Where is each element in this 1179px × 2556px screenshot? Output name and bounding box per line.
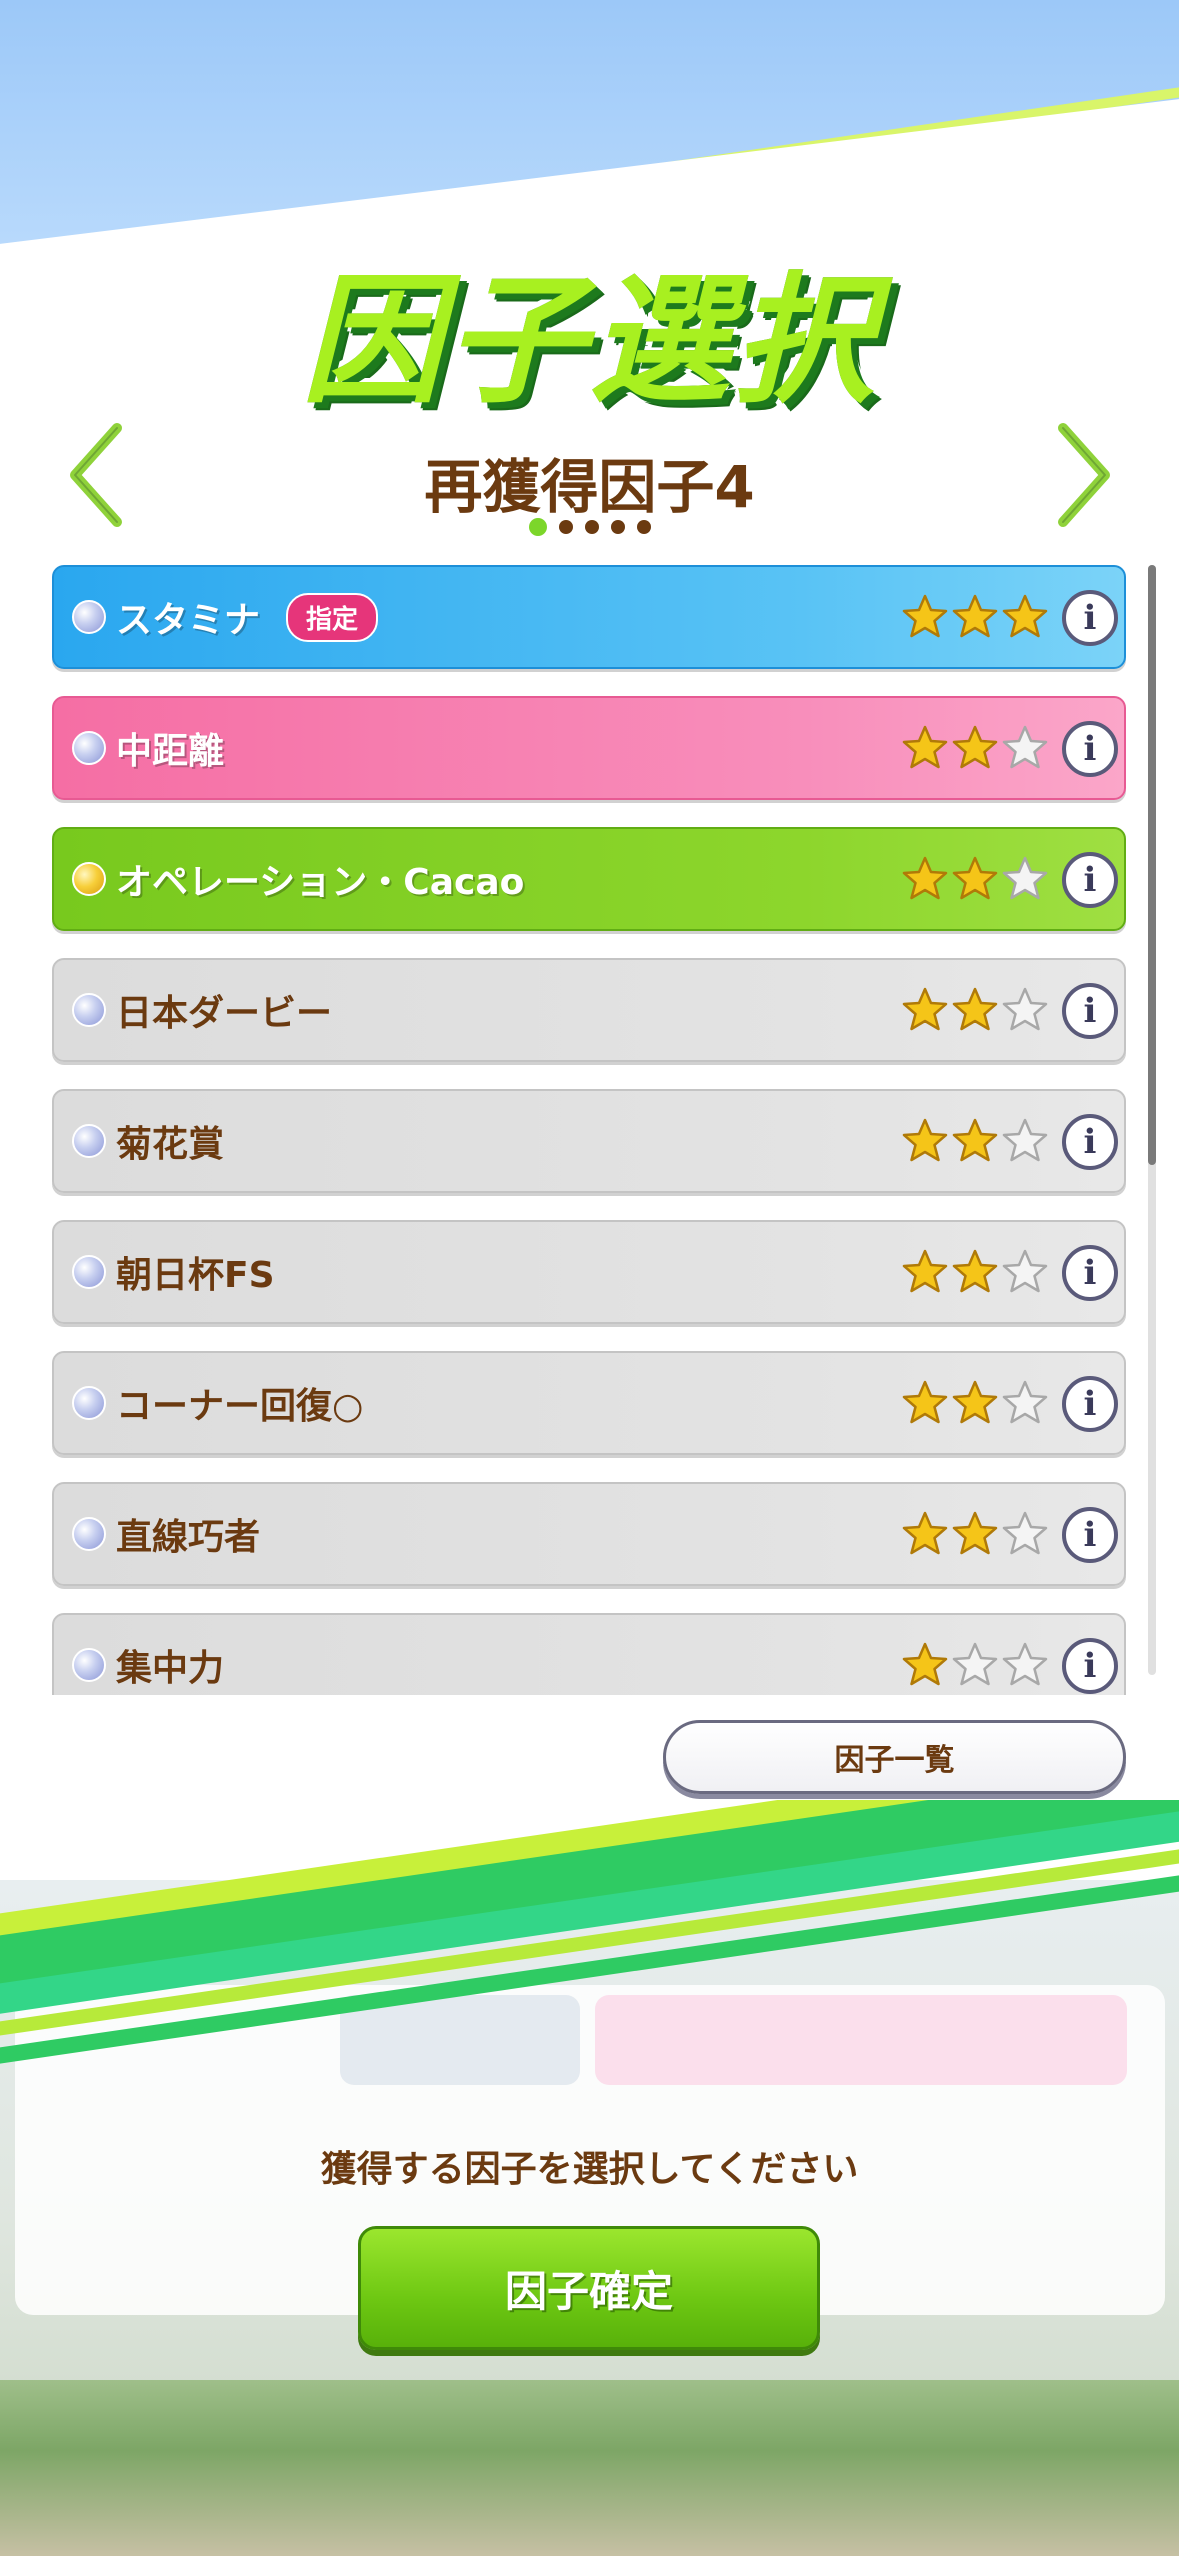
star-empty-icon xyxy=(1002,987,1048,1031)
star-empty-icon xyxy=(1002,856,1048,900)
factor-row[interactable]: オペレーション・Cacao i xyxy=(52,827,1126,931)
info-icon[interactable]: i xyxy=(1062,1376,1118,1432)
star-filled-icon xyxy=(952,594,998,638)
star-rating xyxy=(901,593,1049,641)
star-filled-icon xyxy=(902,1249,948,1293)
star-empty-icon xyxy=(1002,1642,1048,1686)
star-filled-icon xyxy=(952,725,998,769)
info-icon[interactable]: i xyxy=(1062,1245,1118,1301)
factor-gem-icon xyxy=(72,1124,106,1158)
confirm-factor-button[interactable]: 因子確定 xyxy=(358,2226,820,2350)
info-icon[interactable]: i xyxy=(1062,852,1118,908)
factor-name: 菊花賞 xyxy=(116,1124,225,1165)
star-filled-icon xyxy=(952,1249,998,1293)
factor-row[interactable]: 朝日杯FS i xyxy=(52,1220,1126,1324)
factor-row[interactable]: スタミナ 指定 i xyxy=(52,565,1126,669)
next-page-arrow-icon[interactable] xyxy=(1045,420,1125,530)
factor-name: 中距離 xyxy=(116,731,225,772)
page-dot xyxy=(528,518,547,536)
star-filled-icon xyxy=(902,987,948,1031)
star-filled-icon xyxy=(952,856,998,900)
star-filled-icon xyxy=(902,1118,948,1162)
star-rating xyxy=(901,1248,1049,1296)
factor-gem-icon xyxy=(72,993,106,1027)
factor-row[interactable]: 菊花賞 i xyxy=(52,1089,1126,1193)
factor-row[interactable]: 集中力 i xyxy=(52,1613,1126,1695)
factor-name: オペレーション・Cacao xyxy=(116,862,525,903)
star-rating xyxy=(901,1641,1049,1689)
star-empty-icon xyxy=(1002,1380,1048,1424)
star-filled-icon xyxy=(952,987,998,1031)
info-icon[interactable]: i xyxy=(1062,590,1118,646)
designated-badge: 指定 xyxy=(286,592,379,642)
factor-gem-icon xyxy=(72,731,106,765)
star-empty-icon xyxy=(1002,1118,1048,1162)
factor-gem-icon xyxy=(72,1648,106,1682)
scrollbar-thumb[interactable] xyxy=(1148,565,1156,1165)
star-empty-icon xyxy=(952,1642,998,1686)
page-indicator xyxy=(0,518,1179,536)
info-icon[interactable]: i xyxy=(1062,1507,1118,1563)
star-filled-icon xyxy=(902,725,948,769)
star-empty-icon xyxy=(1002,1511,1048,1555)
page-title: 因子選択 xyxy=(301,260,878,423)
star-filled-icon xyxy=(902,1380,948,1424)
factor-gem-icon xyxy=(72,1517,106,1551)
star-rating xyxy=(901,1379,1049,1427)
star-filled-icon xyxy=(902,594,948,638)
factor-row[interactable]: 中距離 i xyxy=(52,696,1126,800)
star-filled-icon xyxy=(952,1511,998,1555)
star-rating xyxy=(901,855,1049,903)
star-empty-icon xyxy=(1002,725,1048,769)
info-icon[interactable]: i xyxy=(1062,1114,1118,1170)
factor-gem-icon xyxy=(72,600,106,634)
page-dot xyxy=(636,520,651,534)
factor-row[interactable]: コーナー回復○ i xyxy=(52,1351,1126,1455)
factor-row[interactable]: 日本ダービー i xyxy=(52,958,1126,1062)
star-filled-icon xyxy=(952,1118,998,1162)
factor-name: 集中力 xyxy=(116,1648,225,1689)
star-empty-icon xyxy=(1002,1249,1048,1293)
factor-gem-icon xyxy=(72,1255,106,1289)
star-filled-icon xyxy=(952,1380,998,1424)
factor-category-title: 再獲得因子4 xyxy=(424,453,755,521)
info-icon[interactable]: i xyxy=(1062,721,1118,777)
factor-name: コーナー回復○ xyxy=(116,1386,364,1427)
star-filled-icon xyxy=(902,856,948,900)
info-icon[interactable]: i xyxy=(1062,983,1118,1039)
factor-list[interactable]: スタミナ 指定 i 中距離 i オペレーション・Cacao i 日本ダービー i 菊花賞 i 朝日杯F… xyxy=(52,565,1128,1695)
factor-gem-icon xyxy=(72,862,106,896)
page-dot xyxy=(610,520,625,534)
factor-row[interactable]: 直線巧者 i xyxy=(52,1482,1126,1586)
factor-list-button[interactable]: 因子一覧 xyxy=(663,1720,1126,1794)
blurred-ground xyxy=(0,2380,1179,2556)
star-rating xyxy=(901,724,1049,772)
page-dot xyxy=(584,520,599,534)
instruction-text: 獲得する因子を選択してください xyxy=(320,2149,859,2190)
factor-name: 日本ダービー xyxy=(116,993,333,1034)
star-rating xyxy=(901,1510,1049,1558)
factor-name: スタミナ xyxy=(116,600,261,641)
info-icon[interactable]: i xyxy=(1062,1638,1118,1694)
star-filled-icon xyxy=(1002,594,1048,638)
factor-name: 直線巧者 xyxy=(116,1517,261,1558)
star-rating xyxy=(901,1117,1049,1165)
star-filled-icon xyxy=(902,1642,948,1686)
star-filled-icon xyxy=(902,1511,948,1555)
factor-gem-icon xyxy=(72,1386,106,1420)
decorative-stripes xyxy=(0,1800,1179,2100)
star-rating xyxy=(901,986,1049,1034)
page-dot xyxy=(558,520,573,534)
factor-name: 朝日杯FS xyxy=(116,1255,275,1296)
